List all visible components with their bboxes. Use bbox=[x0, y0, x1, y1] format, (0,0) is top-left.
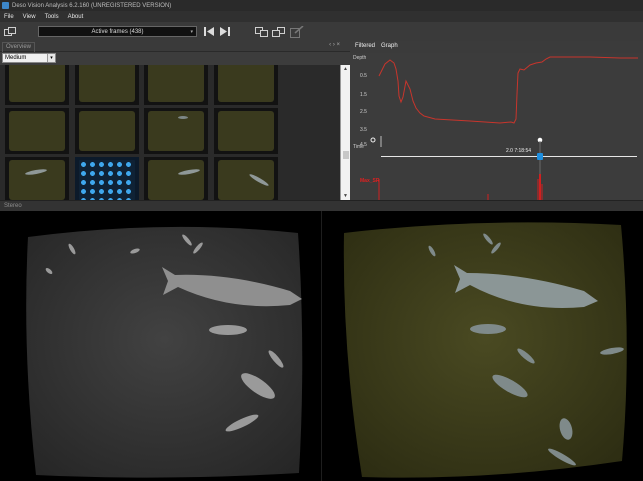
frames-filter-value: Active frames (438) bbox=[91, 28, 144, 35]
graph-panel: Filtered Graph Depth 0.5 1.5 2.5 3.5 4.5… bbox=[350, 41, 643, 200]
fisheye-frame bbox=[26, 226, 303, 478]
thumbnail[interactable] bbox=[214, 157, 278, 200]
menu-bar: File View Tools About bbox=[0, 11, 643, 22]
thumbnail[interactable] bbox=[75, 108, 139, 154]
chevron-down-icon: ▾ bbox=[190, 29, 193, 35]
graph-plot bbox=[370, 56, 638, 200]
thumbnail[interactable] bbox=[144, 65, 208, 105]
thumbnail-image bbox=[9, 160, 65, 200]
fish-icon bbox=[177, 168, 201, 176]
overview-scrollbar[interactable]: ▲ ▼ bbox=[340, 65, 350, 200]
thumbnail[interactable] bbox=[75, 65, 139, 105]
thumbnail-size-select[interactable]: Medium ▾ bbox=[2, 53, 56, 63]
menu-about[interactable]: About bbox=[68, 14, 84, 20]
start-marker[interactable] bbox=[370, 137, 376, 143]
depth-series-line bbox=[378, 56, 638, 124]
thumbnail-image bbox=[79, 65, 135, 102]
thumbnail[interactable] bbox=[144, 157, 208, 200]
time-readout: 2.0 7:18:54 bbox=[506, 148, 532, 154]
small-fish-icon bbox=[470, 324, 506, 334]
fish-icon bbox=[24, 168, 48, 176]
scroll-up-icon[interactable]: ▲ bbox=[343, 66, 348, 72]
copy-right-icon[interactable] bbox=[272, 26, 285, 37]
thumbnail-size-value: Medium bbox=[5, 55, 27, 61]
thumbnail-image bbox=[148, 111, 204, 151]
edit-icon[interactable] bbox=[290, 25, 304, 38]
thumbnail[interactable] bbox=[144, 108, 208, 154]
stereo-label: Stereo bbox=[4, 203, 22, 209]
small-fish-icon bbox=[209, 325, 247, 335]
thumbnail-image bbox=[218, 160, 274, 200]
thumbnail-image bbox=[79, 160, 135, 200]
right-camera-image bbox=[343, 222, 627, 478]
timeline-knob[interactable] bbox=[537, 153, 543, 160]
tab-graph[interactable]: Graph bbox=[381, 43, 398, 49]
thumbnail[interactable] bbox=[214, 65, 278, 105]
thumbnail[interactable] bbox=[5, 65, 69, 105]
left-camera-image bbox=[26, 226, 303, 478]
depth-graph[interactable]: Depth 0.5 1.5 2.5 3.5 4.5 Time 2.0 7:18:… bbox=[350, 53, 643, 200]
thumbnail-image bbox=[9, 65, 65, 102]
first-frame-icon[interactable] bbox=[203, 26, 215, 37]
menu-tools[interactable]: Tools bbox=[45, 14, 59, 20]
copy-left-icon[interactable] bbox=[255, 26, 268, 37]
stereo-view-area bbox=[0, 211, 643, 481]
thumbnail-grid bbox=[0, 65, 340, 200]
overview-header: Overview ‹ › × bbox=[0, 41, 350, 52]
thumbnail-image bbox=[148, 160, 204, 200]
scroll-down-icon[interactable]: ▼ bbox=[343, 193, 348, 199]
timeline-track[interactable] bbox=[381, 156, 637, 157]
panel-arrows-icon[interactable]: ‹ › × bbox=[329, 42, 340, 48]
menu-file[interactable]: File bbox=[4, 14, 14, 20]
fisheye-frame bbox=[343, 222, 627, 478]
frames-filter-select[interactable]: Active frames (438) ▾ bbox=[38, 26, 197, 37]
stereo-header: Stereo bbox=[0, 200, 643, 211]
tab-overview[interactable]: Overview bbox=[2, 42, 36, 52]
thumbnail-image bbox=[79, 111, 135, 151]
fish-icon bbox=[248, 172, 270, 188]
max-sr-label: Max_SR bbox=[360, 178, 380, 184]
menu-view[interactable]: View bbox=[23, 14, 36, 20]
title-bar: Deso Vision Analysis 6.2.160 (UNREGISTER… bbox=[0, 0, 643, 11]
overview-panel: Overview ‹ › × Medium ▾ ▲ ▼ bbox=[0, 41, 350, 200]
thumbnail[interactable] bbox=[214, 108, 278, 154]
last-frame-icon[interactable] bbox=[219, 26, 231, 37]
left-camera-view[interactable] bbox=[0, 211, 321, 481]
toolbar: Active frames (438) ▾ bbox=[0, 22, 643, 41]
thumbnail[interactable] bbox=[5, 108, 69, 154]
right-camera-view[interactable] bbox=[322, 211, 643, 481]
thumbnail-image bbox=[148, 65, 204, 102]
thumbnail[interactable] bbox=[5, 157, 69, 200]
tab-filtered[interactable]: Filtered bbox=[355, 43, 375, 49]
open-stereo-icon[interactable] bbox=[4, 26, 16, 37]
fish-icon bbox=[178, 116, 188, 119]
thumbnail-image bbox=[218, 111, 274, 151]
chevron-down-icon: ▾ bbox=[47, 54, 55, 62]
thumbnail-image bbox=[9, 111, 65, 151]
scrollbar-thumb[interactable] bbox=[343, 151, 349, 159]
thumbnail-image bbox=[218, 65, 274, 102]
window-title: Deso Vision Analysis 6.2.160 (UNREGISTER… bbox=[12, 2, 172, 9]
app-icon bbox=[2, 2, 9, 9]
thumbnail-selected[interactable] bbox=[75, 157, 139, 200]
